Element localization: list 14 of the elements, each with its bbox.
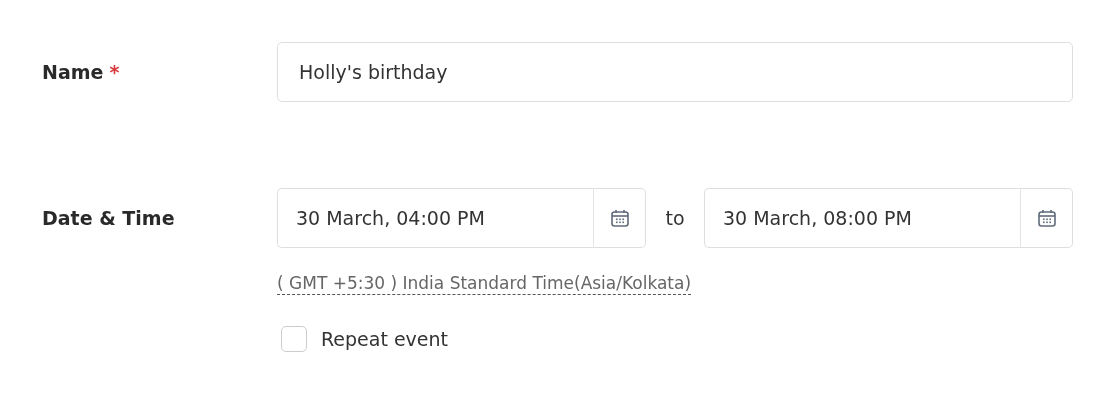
- range-separator: to: [665, 206, 685, 229]
- calendar-icon: [609, 208, 630, 228]
- field-label: Name: [42, 60, 104, 83]
- end-date-field[interactable]: 30 March, 08:00 PM: [704, 188, 1020, 248]
- start-date-field[interactable]: 30 March, 04:00 PM: [277, 188, 593, 248]
- calendar-icon: [1036, 208, 1057, 228]
- calendar-button[interactable]: [1020, 188, 1073, 248]
- field-label: Date & Time: [42, 206, 175, 229]
- required-mark: *: [109, 60, 120, 83]
- name-field[interactable]: Holly's birthday: [277, 42, 1073, 102]
- timezone-link[interactable]: ( GMT +5:30 ) India Standard Time(Asia/Kolkata): [277, 272, 692, 296]
- calendar-button[interactable]: [593, 188, 646, 248]
- checkbox-label: Repeat event: [321, 326, 449, 352]
- repeat-checkbox[interactable]: [281, 325, 307, 352]
